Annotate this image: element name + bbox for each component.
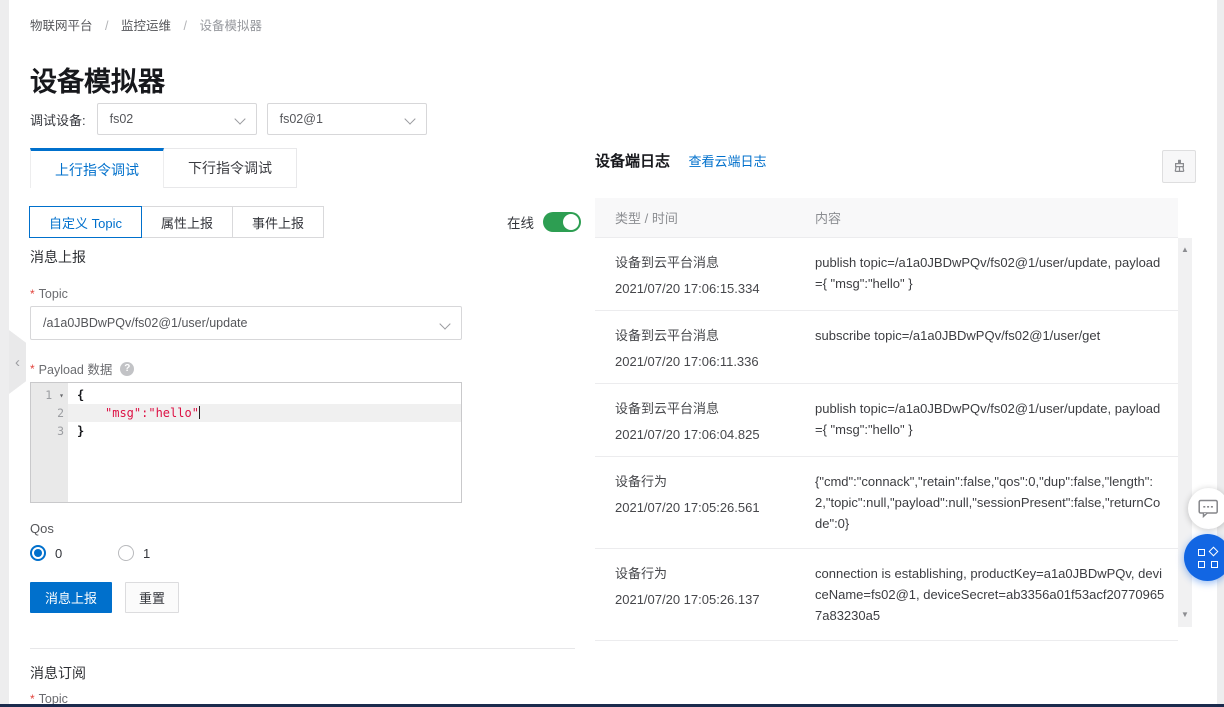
segment-custom-topic[interactable]: 自定义 Topic	[29, 206, 142, 238]
log-row: 设备行为 2021/07/20 17:05:26.137 connection …	[595, 549, 1178, 641]
log-row: 设备行为 2021/07/20 17:05:26.561 {"cmd":"con…	[595, 457, 1178, 549]
column-type-time: 类型 / 时间	[615, 208, 815, 227]
view-cloud-log-link[interactable]: 查看云端日志	[688, 154, 766, 169]
device-log-panel: 设备端日志 查看云端日志 类型 / 时间 内容 设备到云平台消息 2021/07…	[595, 150, 1196, 186]
log-content: {"cmd":"connack","retain":false,"qos":0,…	[815, 471, 1170, 534]
publish-submit-button[interactable]: 消息上报	[30, 582, 112, 613]
radio-selected-icon[interactable]	[30, 545, 46, 561]
feedback-chat-button[interactable]	[1188, 488, 1224, 529]
direction-tabs: 上行指令调试 下行指令调试	[30, 148, 297, 188]
console-apps-button[interactable]	[1184, 534, 1224, 581]
qos-0-option[interactable]: 0	[30, 545, 118, 561]
required-mark: *	[30, 362, 35, 376]
fold-arrow-icon[interactable]: ▾	[59, 391, 64, 400]
online-toggle[interactable]	[543, 212, 581, 232]
topic-field-label: * Topic	[30, 287, 68, 301]
log-row: 设备到云平台消息 2021/07/20 17:06:04.825 publish…	[595, 384, 1178, 457]
qos-1-option[interactable]: 1	[118, 545, 206, 561]
tab-downstream-debug[interactable]: 下行指令调试	[164, 148, 297, 188]
log-content: publish topic=/a1a0JBDwPQv/fs02@1/user/u…	[815, 252, 1170, 296]
publish-mode-segments: 自定义 Topic 属性上报 事件上报	[30, 206, 324, 238]
device-select-value: fs02@1	[280, 112, 323, 126]
breadcrumb-separator: /	[105, 19, 108, 33]
sidebar-collapse-handle[interactable]: ‹	[9, 330, 26, 394]
breadcrumb: 物联网平台 / 监控运维 / 设备模拟器	[30, 15, 262, 34]
subscribe-section-title: 消息订阅	[30, 663, 86, 683]
online-status: 在线	[507, 212, 581, 232]
chevron-down-icon	[439, 318, 450, 329]
breadcrumb-monitor-ops[interactable]: 监控运维	[121, 19, 171, 33]
editor-code-line: {	[68, 386, 461, 404]
page-scrollbar[interactable]	[1217, 0, 1224, 707]
log-table-header: 类型 / 时间 内容	[595, 198, 1178, 238]
log-row: 设备到云平台消息 2021/07/20 17:06:15.334 publish…	[595, 238, 1178, 311]
required-mark: *	[30, 287, 35, 301]
log-panel-title: 设备端日志	[595, 153, 670, 170]
log-panel-header: 设备端日志 查看云端日志	[595, 150, 1196, 186]
toggle-knob	[563, 214, 579, 230]
editor-line-number: 3	[31, 422, 68, 440]
topic-select[interactable]: /a1a0JBDwPQv/fs02@1/user/update	[30, 306, 462, 340]
topic-select-value: /a1a0JBDwPQv/fs02@1/user/update	[43, 316, 247, 330]
broom-icon	[1171, 158, 1188, 175]
log-type-time: 设备行为 2021/07/20 17:05:26.561	[615, 471, 815, 534]
section-divider	[30, 648, 575, 649]
segment-event-report[interactable]: 事件上报	[232, 206, 324, 238]
qos-label: Qos	[30, 521, 54, 536]
scroll-up-arrow-icon[interactable]: ▲	[1178, 246, 1192, 254]
log-content: connection is establishing, productKey=a…	[815, 563, 1170, 626]
topic-label-text: Topic	[39, 287, 68, 301]
chevron-down-icon	[234, 113, 245, 124]
qos-0-label: 0	[55, 546, 62, 561]
log-type-time: 设备到云平台消息 2021/07/20 17:06:11.336	[615, 325, 815, 369]
left-sidebar-strip	[0, 0, 9, 707]
segment-property-report[interactable]: 属性上报	[141, 206, 233, 238]
qos-radio-group: 0 1	[30, 545, 206, 561]
editor-line-number: 2	[31, 404, 68, 422]
product-select-value: fs02	[110, 112, 134, 126]
clear-log-button[interactable]	[1162, 150, 1196, 183]
online-label: 在线	[507, 212, 534, 232]
log-type-time: 设备到云平台消息 2021/07/20 17:06:15.334	[615, 252, 815, 296]
page-title: 设备模拟器	[30, 60, 165, 99]
payload-field-label: * Payload 数据 ?	[30, 359, 134, 378]
editor-code-line: }	[68, 422, 461, 440]
log-rows: 设备到云平台消息 2021/07/20 17:06:15.334 publish…	[595, 238, 1178, 641]
editor-line-number: 1 ▾	[31, 386, 68, 404]
log-type-time: 设备到云平台消息 2021/07/20 17:06:04.825	[615, 398, 815, 442]
editor-code-area[interactable]: { "msg":"hello" }	[68, 383, 461, 502]
qos-1-label: 1	[143, 546, 150, 561]
breadcrumb-iot-platform[interactable]: 物联网平台	[30, 19, 93, 33]
breadcrumb-device-simulator: 设备模拟器	[199, 19, 262, 33]
chevron-left-icon: ‹	[15, 354, 20, 371]
apps-grid-icon	[1198, 548, 1218, 568]
debug-device-row: 调试设备: fs02 fs02@1	[30, 103, 437, 135]
breadcrumb-separator: /	[183, 19, 186, 33]
debug-device-label: 调试设备:	[30, 110, 86, 129]
text-cursor	[199, 406, 200, 419]
column-content: 内容	[815, 208, 1178, 227]
scroll-down-arrow-icon[interactable]: ▼	[1178, 611, 1192, 619]
product-select[interactable]: fs02	[97, 103, 257, 135]
editor-code-line-active: "msg":"hello"	[68, 404, 461, 422]
payload-code-editor[interactable]: 1 ▾ 2 3 { "msg":"hello" }	[30, 382, 462, 503]
publish-actions: 消息上报 重置	[30, 582, 179, 613]
log-row: 设备到云平台消息 2021/07/20 17:06:11.336 subscri…	[595, 311, 1178, 384]
reset-button[interactable]: 重置	[125, 582, 179, 613]
publish-section-title: 消息上报	[30, 247, 86, 267]
chevron-down-icon	[404, 113, 415, 124]
log-content: publish topic=/a1a0JBDwPQv/fs02@1/user/u…	[815, 398, 1170, 442]
radio-unselected-icon[interactable]	[118, 545, 134, 561]
log-content: subscribe topic=/a1a0JBDwPQv/fs02@1/user…	[815, 325, 1170, 369]
log-type-time: 设备行为 2021/07/20 17:05:26.137	[615, 563, 815, 626]
chat-bubble-icon	[1198, 499, 1219, 518]
editor-gutter: 1 ▾ 2 3	[31, 383, 68, 502]
device-select[interactable]: fs02@1	[267, 103, 427, 135]
payload-label-text: Payload 数据	[39, 359, 113, 378]
tab-upstream-debug[interactable]: 上行指令调试	[30, 148, 164, 188]
help-icon[interactable]: ?	[120, 362, 134, 376]
